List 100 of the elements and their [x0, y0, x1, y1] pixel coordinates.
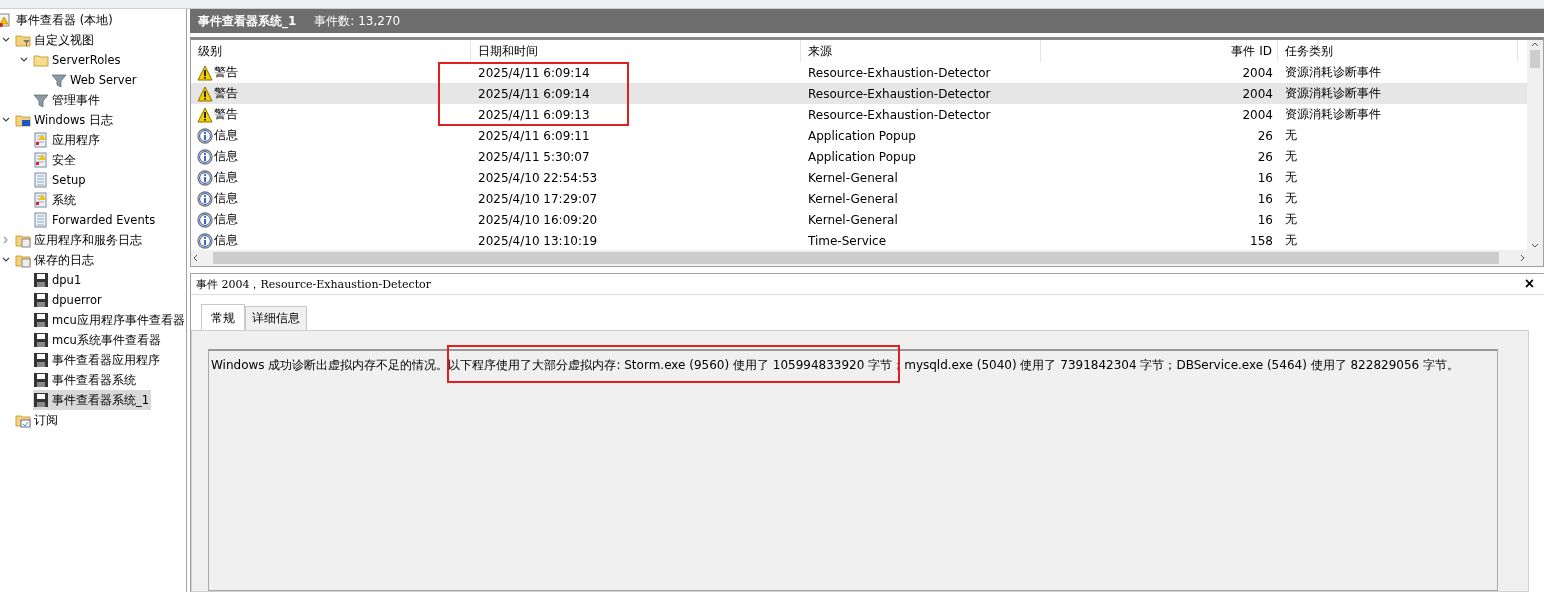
table-cell-text: 无 — [1284, 211, 1298, 228]
table-cell-text: 资源消耗诊断事件 — [1284, 64, 1382, 81]
tree-item[interactable]: Forwarded Events — [33, 210, 158, 230]
scrollbar-thumb[interactable] — [213, 252, 1499, 264]
table-cell: 信息 — [214, 211, 238, 228]
tree-item[interactable]: 应用程序和服务日志 — [15, 230, 144, 250]
close-button[interactable]: × — [1522, 276, 1536, 292]
table-cell-text: 2025/4/10 13:10:19 — [477, 233, 599, 248]
filter-icon — [51, 72, 67, 88]
collapse-chevron-icon[interactable] — [1, 36, 10, 44]
collapse-chevron-icon[interactable] — [19, 56, 28, 64]
table-cell-text: Resource-Exhaustion-Detector — [807, 86, 992, 101]
table-cell-text: 2025/4/11 6:09:13 — [477, 107, 591, 122]
table-cell-text: Resource-Exhaustion-Detector — [807, 65, 992, 80]
log-folder-icon — [15, 232, 31, 248]
info-icon — [197, 127, 213, 144]
table-cell-text: 16 — [1256, 170, 1274, 185]
table-cell: 信息 — [214, 148, 238, 165]
tree-item[interactable]: 自定义视图 — [15, 30, 96, 50]
tree-item[interactable]: dpu1 — [33, 270, 84, 290]
collapse-chevron-icon[interactable] — [1, 256, 10, 264]
table-cell-text: 2025/4/11 6:09:14 — [477, 65, 591, 80]
tab[interactable]: 常规 — [201, 304, 245, 330]
table-cell: 信息 — [214, 232, 238, 249]
info-icon — [197, 148, 213, 165]
tree-item[interactable]: Windows 日志 — [15, 110, 115, 130]
column-header[interactable]: 级别 — [191, 40, 471, 62]
vertical-scrollbar[interactable] — [1527, 40, 1543, 250]
table-cell-text: 无 — [1284, 232, 1298, 249]
table-cell: 警告 — [214, 85, 238, 102]
table-cell-text: Application Popup — [807, 128, 917, 143]
column-header[interactable]: 来源 — [801, 40, 1041, 62]
table-cell-text: Application Popup — [807, 149, 917, 164]
table-cell-text: 26 — [1256, 128, 1274, 143]
tree-item[interactable]: 管理事件 — [33, 90, 102, 110]
tree-item[interactable]: mcu系统事件查看器 — [33, 330, 163, 350]
log-icon — [33, 172, 49, 188]
scroll-left-icon[interactable] — [191, 253, 199, 263]
tree-item[interactable]: 事件查看器应用程序 — [33, 350, 162, 370]
column-header[interactable]: 日期和时间 — [471, 40, 801, 62]
tab[interactable]: 详细信息 — [245, 306, 307, 330]
table-cell-text: Resource-Exhaustion-Detector — [807, 107, 992, 122]
tree-item[interactable]: 事件查看器 (本地) — [0, 10, 115, 30]
warning-icon — [197, 106, 213, 123]
table-cell-text: Time-Service — [807, 233, 888, 248]
tree-item[interactable]: 应用程序 — [33, 130, 102, 150]
table-cell-text: 2004 — [1241, 107, 1274, 122]
table-cell: 信息 — [214, 190, 238, 207]
tree-item[interactable]: Setup — [33, 170, 88, 190]
scrollbar-thumb[interactable] — [1530, 50, 1540, 68]
table-cell-text: 2025/4/10 16:09:20 — [477, 212, 599, 227]
log-warning-icon — [33, 192, 49, 208]
table-cell-text: 2025/4/10 17:29:07 — [477, 191, 599, 206]
table-cell-text: 无 — [1284, 190, 1298, 207]
table-cell-text: Kernel-General — [807, 212, 899, 227]
scroll-up-icon[interactable] — [1530, 40, 1540, 48]
tree-item[interactable]: Web Server — [51, 70, 139, 90]
table-cell-text: 无 — [1284, 148, 1298, 165]
windows-folder-icon — [15, 112, 31, 128]
scroll-down-icon[interactable] — [1530, 242, 1540, 250]
info-icon — [197, 232, 213, 249]
info-icon — [197, 169, 213, 186]
table-cell-text: Kernel-General — [807, 170, 899, 185]
info-icon — [197, 211, 213, 228]
table-cell: 信息 — [214, 169, 238, 186]
table-cell-text: 2025/4/11 5:30:07 — [477, 149, 591, 164]
table-cell-text: 无 — [1284, 169, 1298, 186]
column-header[interactable]: 任务类别 — [1278, 40, 1518, 62]
collapse-chevron-icon[interactable] — [1, 116, 10, 124]
tree-item[interactable]: 保存的日志 — [15, 250, 96, 270]
table-cell-text: 158 — [1249, 233, 1274, 248]
tree-item[interactable]: 系统 — [33, 190, 78, 210]
log-icon — [33, 212, 49, 228]
folder-icon — [33, 52, 49, 68]
tree-item[interactable]: 订阅 — [15, 410, 60, 430]
table-cell-text: 2025/4/11 6:09:14 — [477, 86, 591, 101]
table-cell: 信息 — [214, 127, 238, 144]
tree-item[interactable]: ServerRoles — [33, 50, 123, 70]
tree-item[interactable]: 事件查看器系统_1 — [33, 390, 152, 410]
log-title: 事件查看器系统_1 — [198, 12, 297, 30]
subscription-folder-icon — [15, 412, 31, 428]
tree-item[interactable]: mcu应用程序事件查看器 — [33, 310, 186, 330]
log-folder-icon — [15, 252, 31, 268]
table-cell-text: 无 — [1284, 127, 1298, 144]
table-cell-text: 2025/4/10 22:54:53 — [477, 170, 599, 185]
log-warning-icon — [33, 152, 49, 168]
tree-item[interactable]: 安全 — [33, 150, 78, 170]
horizontal-scrollbar[interactable] — [191, 250, 1527, 266]
tree-item[interactable]: 事件查看器系统 — [33, 370, 138, 390]
filter-icon — [33, 92, 49, 108]
scroll-right-icon[interactable] — [1519, 253, 1527, 263]
table-cell-text: 资源消耗诊断事件 — [1284, 106, 1382, 123]
table-cell-text: 2004 — [1241, 86, 1274, 101]
table-cell: 警告 — [214, 64, 238, 81]
column-header[interactable]: 事件 ID — [1041, 40, 1278, 62]
table-cell-text: 16 — [1256, 212, 1274, 227]
table-cell-text: 26 — [1256, 149, 1274, 164]
expand-chevron-icon[interactable] — [1, 236, 10, 244]
table-cell-text: Kernel-General — [807, 191, 899, 206]
tree-item[interactable]: dpuerror — [33, 290, 104, 310]
